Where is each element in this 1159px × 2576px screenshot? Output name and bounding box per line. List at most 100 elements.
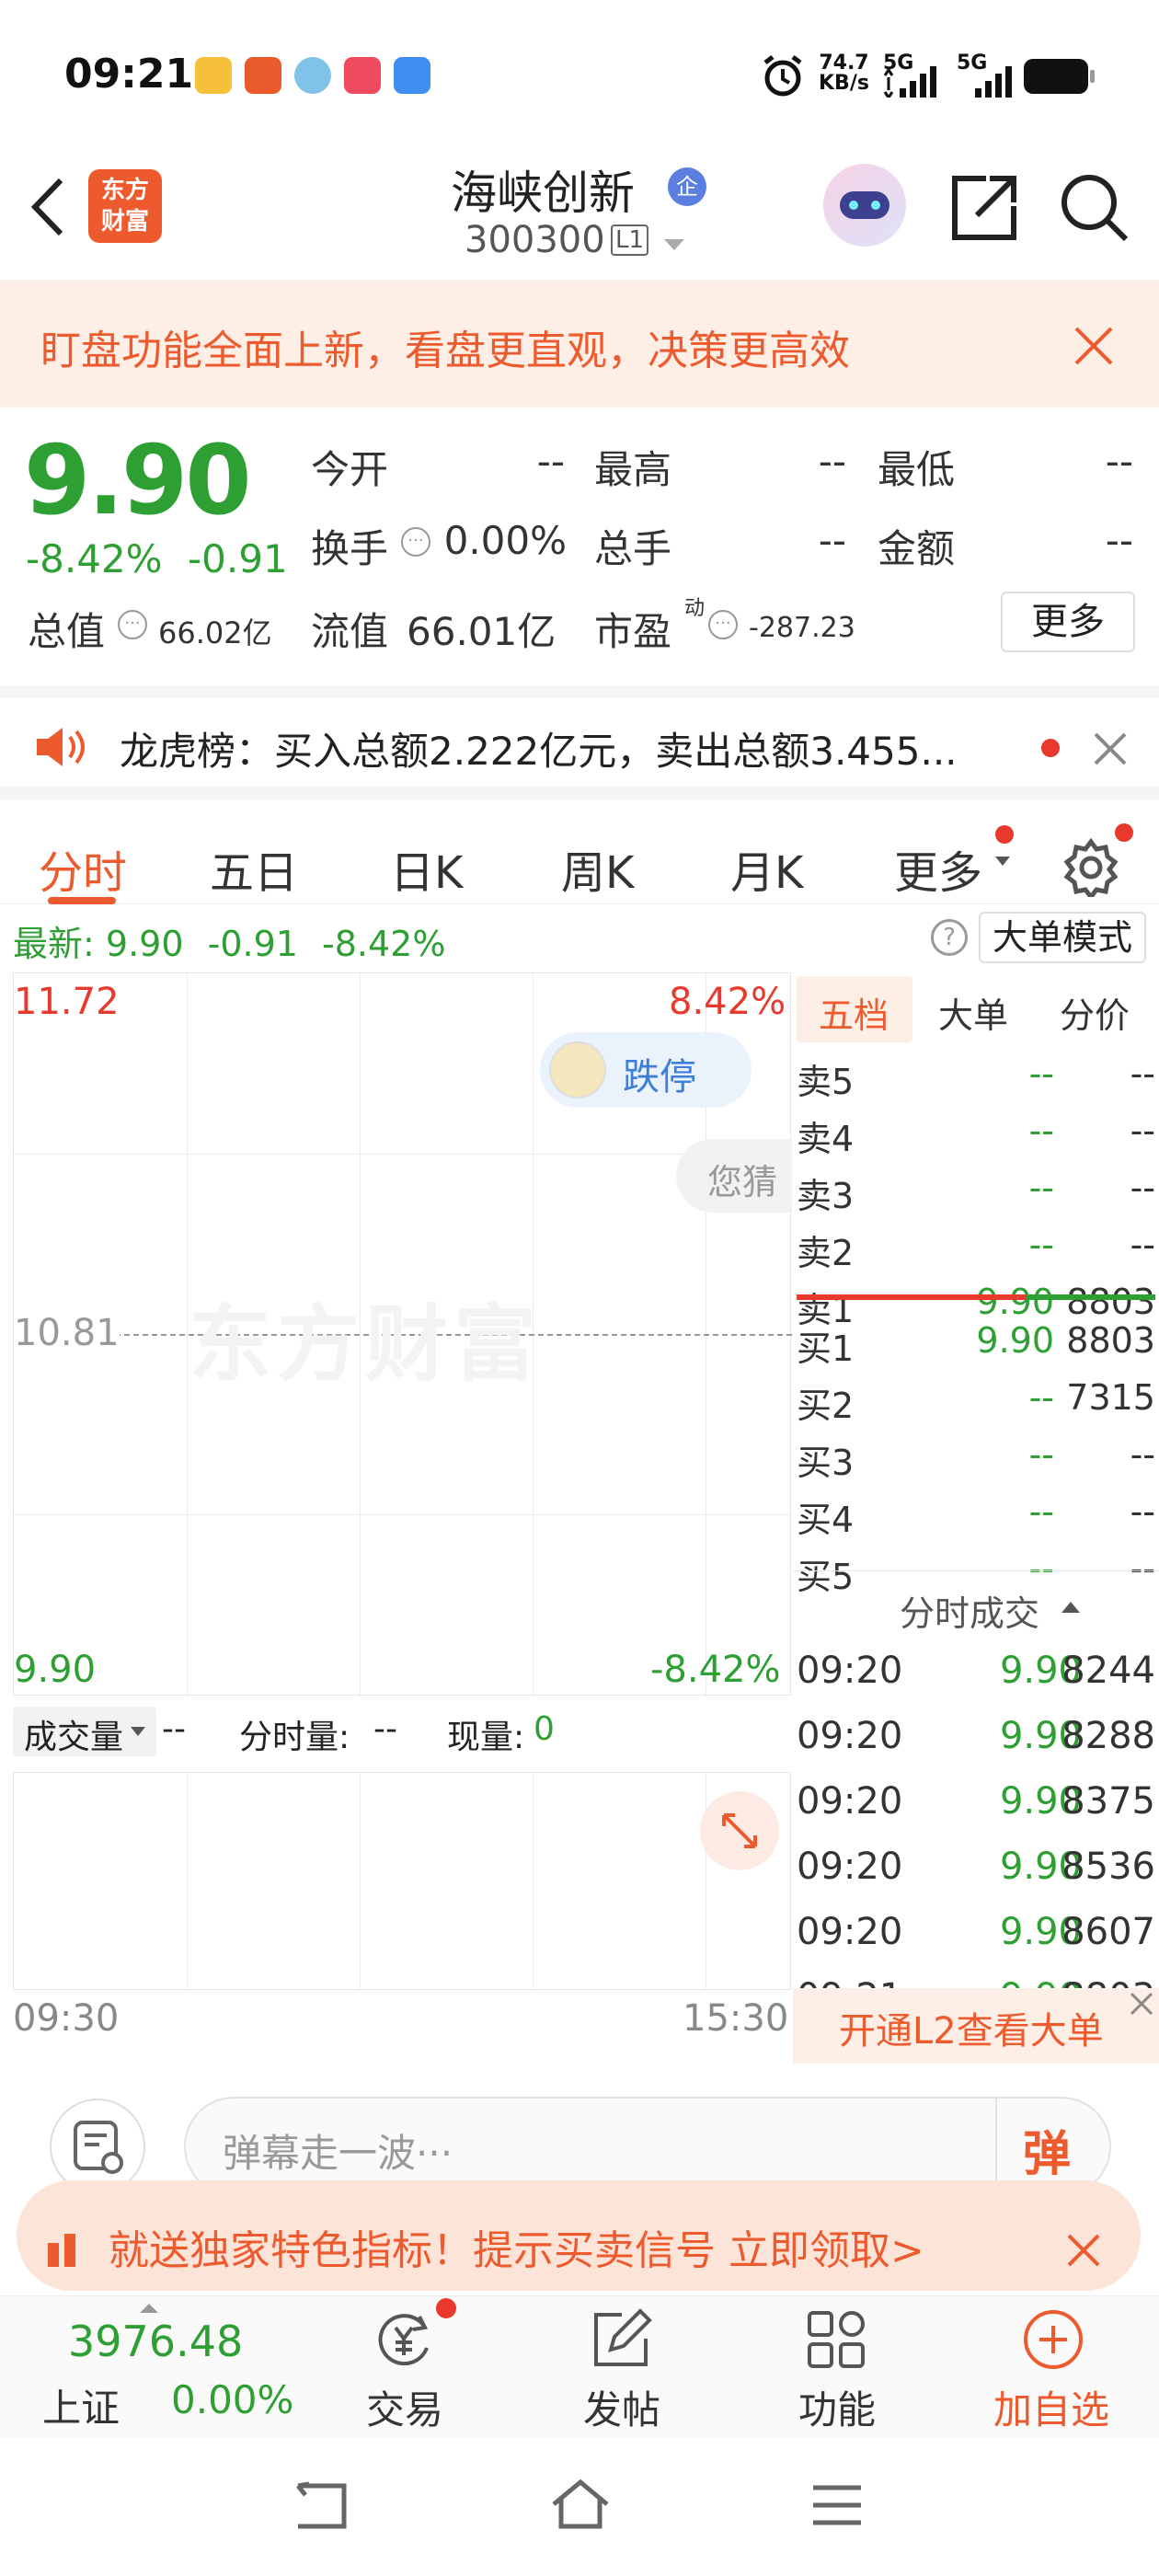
stock-name: 海峡创新	[451, 167, 635, 220]
close-icon[interactable]	[1128, 1990, 1155, 2018]
index-name[interactable]: 上证	[42, 2377, 120, 2433]
y-axis-mid: 10.81	[14, 1312, 120, 1354]
close-icon[interactable]	[1073, 325, 1115, 367]
tab-more[interactable]: 更多	[894, 836, 982, 901]
trades-title[interactable]: 分时成交	[900, 1585, 1039, 1636]
dragon-tiger-notice[interactable]: 龙虎榜：买入总额2.222亿元，卖出总额3.455...	[0, 685, 1159, 787]
nav-post-label: 发帖	[583, 2387, 661, 2432]
nav-trade-label: 交易	[366, 2387, 444, 2432]
banner-text: 盯盘功能全面上新，看盘更直观，决策更高效	[40, 328, 850, 374]
chart-promo-icon	[48, 2234, 75, 2267]
guess-bubble[interactable]: 您猜	[676, 1139, 792, 1213]
share-icon[interactable]	[949, 173, 1019, 243]
tab-daily-k[interactable]: 日K	[390, 836, 463, 901]
trade-time: 09:20	[797, 1846, 903, 1888]
x-axis-end: 15:30	[683, 1997, 789, 2040]
float-value-label: 流值	[311, 609, 389, 654]
pe-superscript: 动	[684, 597, 706, 620]
info-icon[interactable]: ···	[401, 527, 430, 557]
orderbook-tab-large[interactable]: 大单	[938, 987, 1008, 1038]
tab-fenshi[interactable]: 分时	[39, 836, 127, 901]
back-nav-icon[interactable]	[291, 2480, 351, 2532]
index-value[interactable]: 3976.48	[68, 2317, 243, 2366]
limit-down-bubble[interactable]: 跌停	[540, 1032, 752, 1108]
large-order-mode-button[interactable]: 大单模式	[979, 912, 1146, 963]
level-volume: --	[1130, 1053, 1155, 1094]
orderbook-row: 卖2 -- --	[793, 1225, 1159, 1276]
info-icon[interactable]: ···	[118, 610, 147, 639]
settings-gear-icon[interactable]	[1061, 838, 1120, 897]
caret-up-icon	[1061, 1602, 1080, 1613]
expand-button[interactable]	[700, 1791, 779, 1870]
level-price: --	[1028, 1434, 1054, 1475]
trade-row: 09:20 9.90 8244	[793, 1650, 1159, 1701]
pct-axis-top: 8.42%	[669, 981, 786, 1023]
level-volume: --	[1130, 1491, 1155, 1532]
total-value-label: 总值	[28, 609, 106, 654]
add-watchlist-label: 加自选	[993, 2387, 1110, 2432]
level-volume: 7315	[1066, 1377, 1155, 1418]
chat-app-icon	[294, 57, 331, 94]
pe-label: 市盈	[594, 609, 672, 654]
assistant-avatar[interactable]	[823, 164, 906, 247]
field-label-open: 今开	[311, 447, 389, 492]
signal-icon-2	[975, 66, 1012, 98]
caret-down-icon	[995, 857, 1010, 866]
level-volume: 8803	[1066, 1320, 1155, 1361]
trade-time: 09:20	[797, 1780, 903, 1823]
trade-row: 09:20 9.90 8288	[793, 1715, 1159, 1766]
danmaku-placeholder: 弹幕走一波···	[223, 2131, 453, 2176]
volume-header: 成交量 -- 分时量: -- 现量: 0	[13, 1696, 791, 1773]
menu-nav-icon[interactable]	[809, 2482, 865, 2528]
info-icon[interactable]: ···	[708, 610, 738, 639]
trade-volume: 8536	[1061, 1846, 1155, 1888]
nav-trade[interactable]: 交易	[355, 2296, 456, 2439]
orderbook-tab-price[interactable]: 分价	[1060, 987, 1130, 1038]
danmaku-send-label: 弹	[1023, 2127, 1072, 2182]
nav-post[interactable]: 发帖	[572, 2296, 668, 2439]
trade-volume: 8375	[1061, 1780, 1155, 1823]
home-nav-icon[interactable]	[548, 2477, 613, 2532]
field-value-volume: --	[818, 518, 846, 563]
l2-upgrade-button[interactable]: 开通L2查看大单	[793, 1988, 1159, 2064]
orderbook-tab-five-label: 五档	[819, 995, 889, 1036]
volume-select[interactable]: 成交量	[13, 1707, 156, 1756]
tab-weekly-k[interactable]: 周K	[561, 836, 634, 901]
caret-down-icon[interactable]	[662, 237, 686, 252]
edit-post-icon	[594, 2308, 652, 2366]
close-icon[interactable]	[1093, 731, 1128, 766]
chevron-left-icon[interactable]	[28, 175, 68, 239]
trade-time: 09:20	[797, 1650, 903, 1692]
fenshi-label: 分时量:	[239, 1719, 350, 1756]
tab-five-day[interactable]: 五日	[210, 836, 298, 901]
current-price: 9.90	[24, 424, 252, 536]
y-axis-bottom: 9.90	[14, 1649, 97, 1691]
orderbook-tab-five[interactable]: 五档	[797, 976, 912, 1042]
more-button[interactable]: 更多	[1001, 592, 1135, 652]
tab-monthly-k[interactable]: 月K	[730, 836, 803, 901]
add-watchlist-button[interactable]: 加自选	[984, 2296, 1122, 2439]
level-badge[interactable]: L1	[611, 224, 649, 256]
bottom-nav: 3976.48 上证 0.00% 交易 发帖 功能 加自选	[0, 2295, 1159, 2438]
pe-value: -287.23	[749, 612, 855, 644]
field-value-open: --	[536, 439, 565, 484]
close-icon[interactable]	[1065, 2232, 1102, 2269]
caret-up-icon	[140, 2304, 158, 2313]
system-nav	[0, 2438, 1159, 2576]
index-pct[interactable]: 0.00%	[171, 2377, 293, 2422]
help-icon[interactable]: ?	[931, 919, 968, 956]
feature-banner[interactable]: 盯盘功能全面上新，看盘更直观，决策更高效	[0, 281, 1159, 408]
orderbook-row: 买2 -- 7315	[793, 1377, 1159, 1429]
volume-chart[interactable]	[13, 1773, 791, 1990]
promo-strip[interactable]: 就送独家特色指标！提示买卖信号 立即领取>	[17, 2180, 1141, 2295]
level-price: --	[1028, 1377, 1054, 1418]
nav-functions-label: 功能	[798, 2387, 877, 2432]
search-icon[interactable]	[1058, 171, 1131, 245]
latest-label: 最新:	[13, 924, 95, 964]
nav-functions[interactable]: 功能	[787, 2296, 883, 2439]
field-label-turnover: 换手	[311, 526, 389, 571]
plus-circle-icon	[1024, 2310, 1083, 2369]
app-logo: 东方 财富	[88, 169, 162, 243]
trade-volume: 8288	[1061, 1715, 1155, 1757]
price-chart[interactable]: 东方财富 11.72 8.42% 10.81 9.90 -8.42% 跌停 您猜	[13, 972, 792, 1696]
